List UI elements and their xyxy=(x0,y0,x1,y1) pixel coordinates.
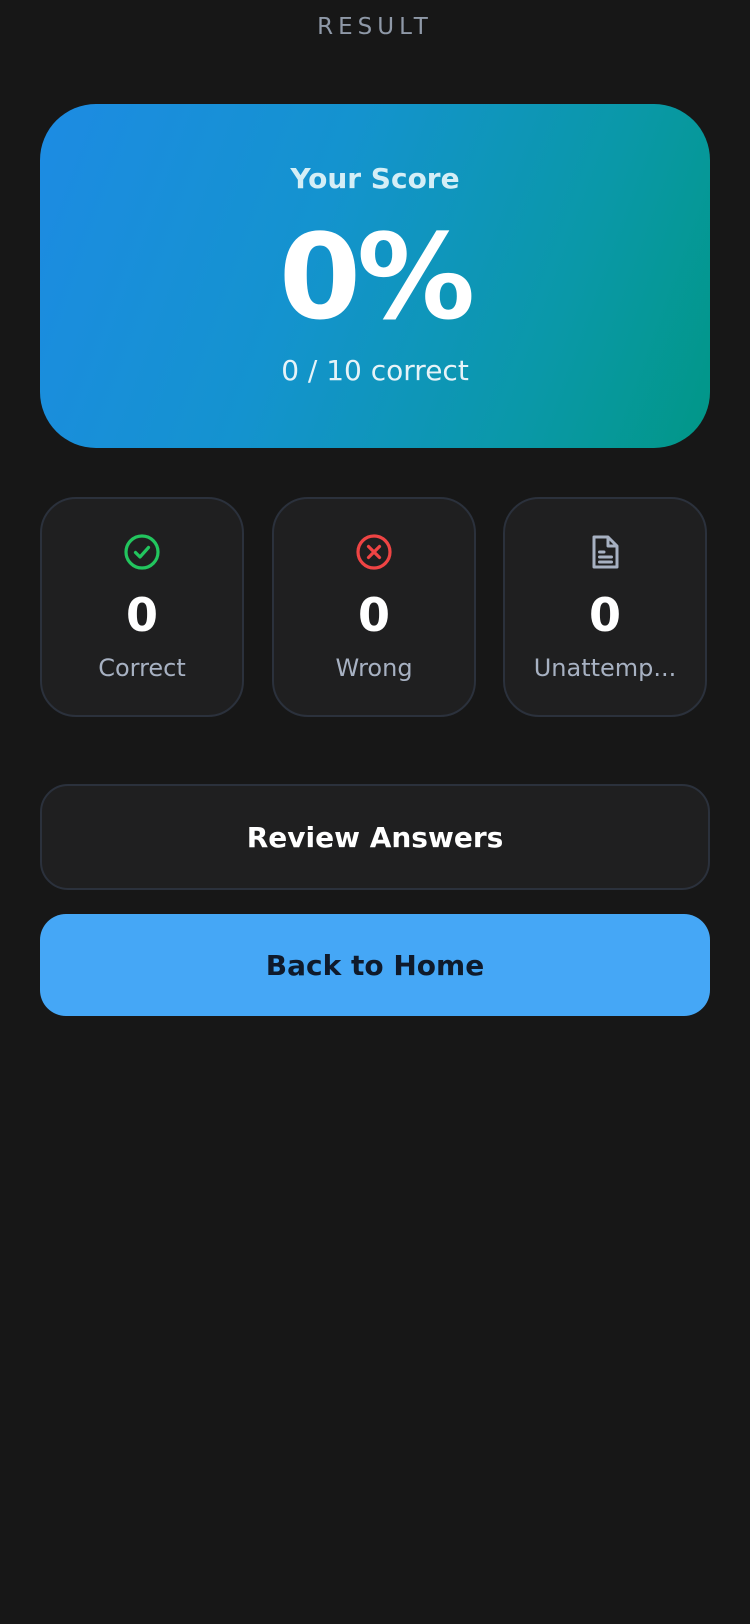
x-circle-icon xyxy=(356,534,392,570)
score-label: Your Score xyxy=(290,162,460,195)
correct-label: Correct xyxy=(98,654,186,682)
stat-card-unattempted: 0 Unattemp... xyxy=(503,497,707,717)
document-icon xyxy=(592,535,619,569)
stat-card-correct: 0 Correct xyxy=(40,497,244,717)
score-percent: 0% xyxy=(278,208,475,346)
wrong-label: Wrong xyxy=(335,654,413,682)
wrong-count: 0 xyxy=(357,588,390,642)
review-answers-button[interactable]: Review Answers xyxy=(40,784,710,890)
check-circle-icon xyxy=(124,534,160,570)
score-fraction: 0 / 10 correct xyxy=(281,354,469,387)
unattempted-count: 0 xyxy=(588,588,621,642)
score-card: Your Score 0% 0 / 10 correct xyxy=(40,104,710,448)
back-to-home-button[interactable]: Back to Home xyxy=(40,914,710,1016)
correct-count: 0 xyxy=(125,588,158,642)
page-title: RESULT xyxy=(317,14,433,40)
unattempted-label: Unattemp... xyxy=(533,654,677,682)
stat-card-wrong: 0 Wrong xyxy=(272,497,476,717)
